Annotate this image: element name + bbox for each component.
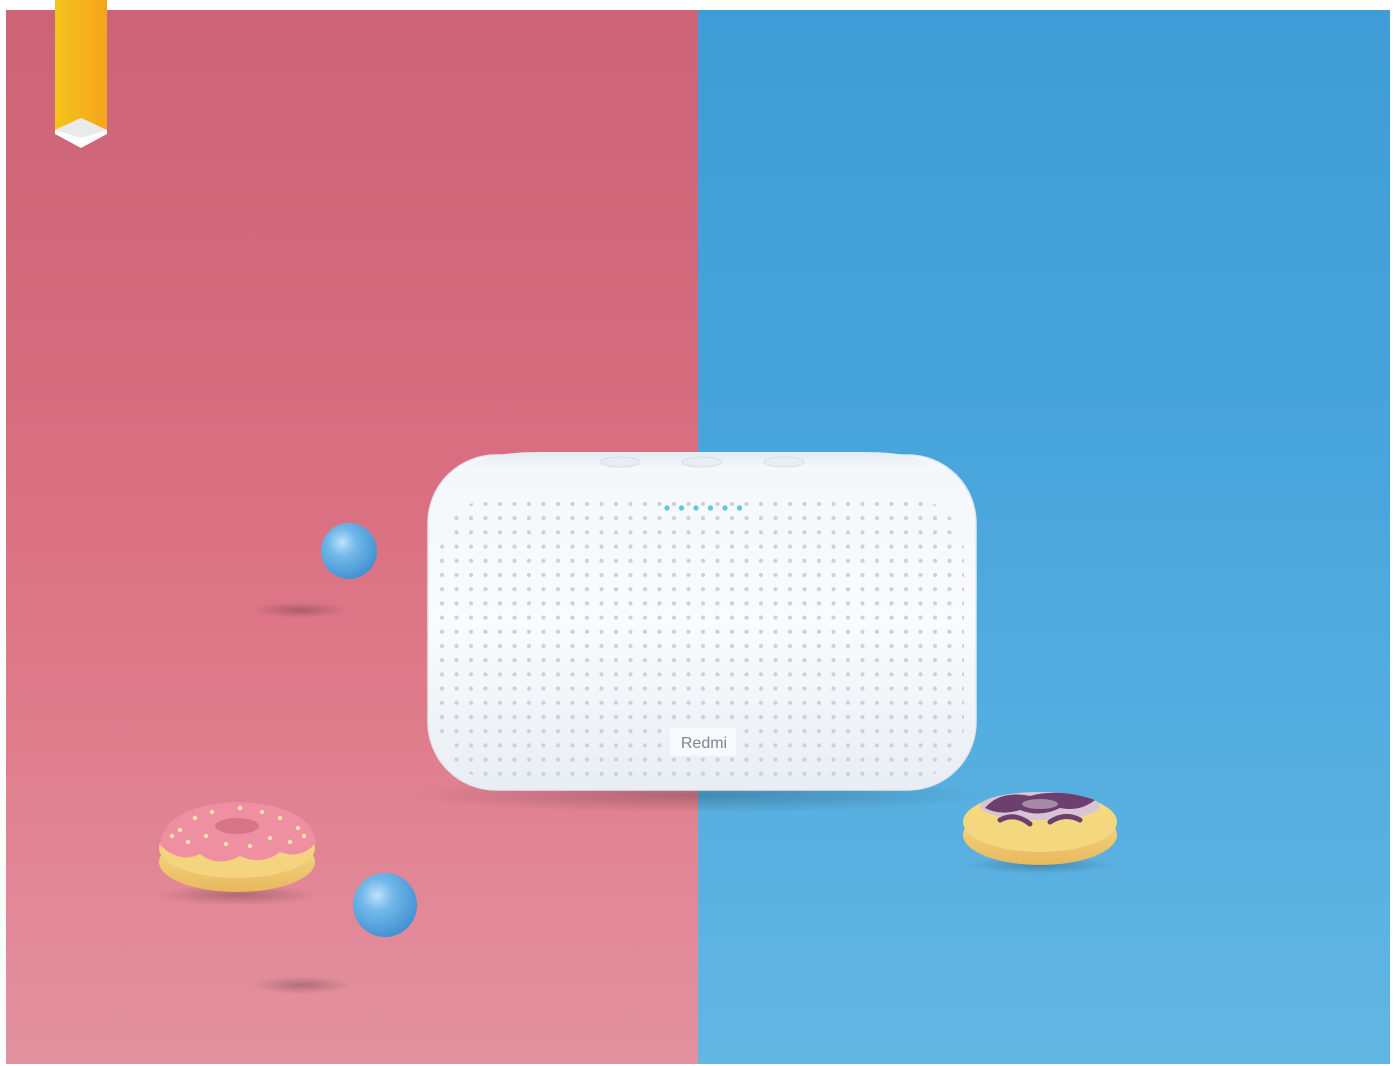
smart-speaker: Redmi [427,452,977,791]
led-dot [707,505,714,511]
led-dot [678,505,685,511]
pink-donut [159,802,316,892]
photo-stage: Redmi [0,0,1394,1066]
blue-ball [321,523,377,579]
bookmark-icon [55,0,107,148]
led-dot [722,505,728,511]
brand-label: Redmi [681,735,727,752]
ball-shadow [252,602,348,618]
led-dot [736,505,743,511]
chocolate-donut [963,792,1117,865]
led-dot [693,505,699,511]
blue-ball [353,873,417,937]
led-dot [664,505,670,511]
speaker-buttons [599,456,805,468]
product-photo: Redmi [0,0,1394,1066]
ball-shadow [252,976,352,994]
